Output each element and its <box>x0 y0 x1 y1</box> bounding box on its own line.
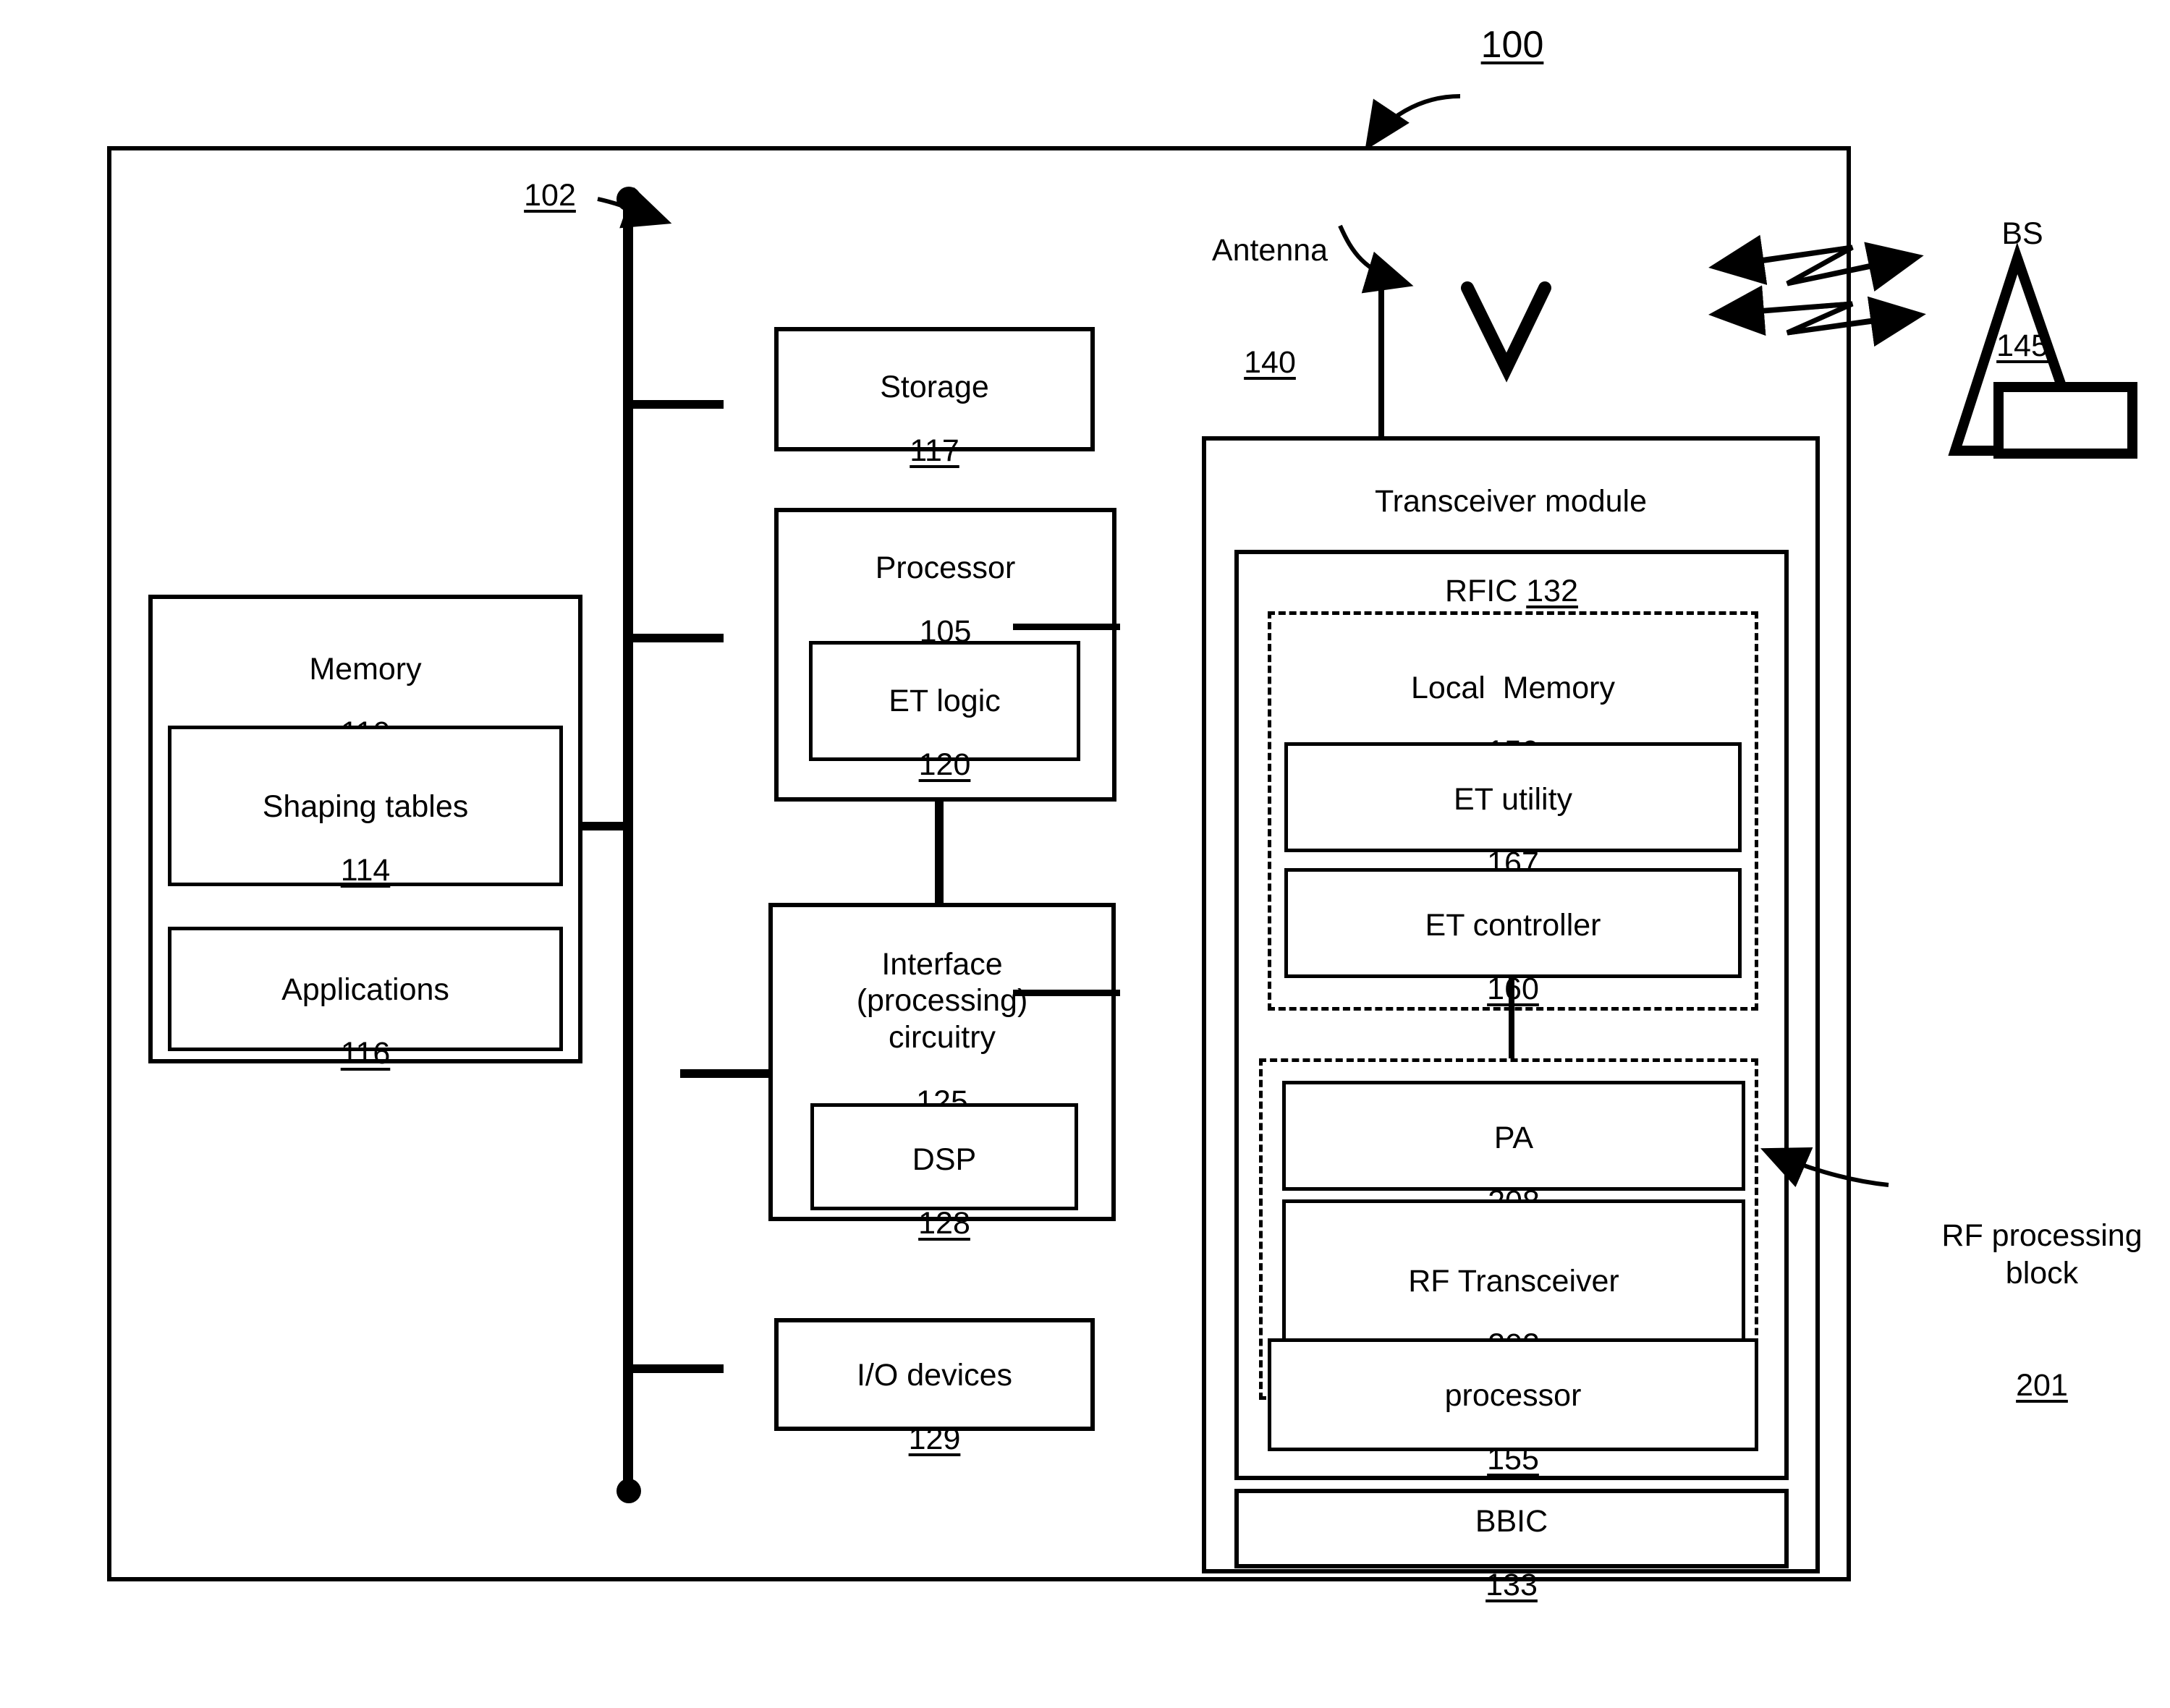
base-station-callout-label: BS 145 <box>1939 141 2106 440</box>
bbic-ref: 133 <box>1485 1568 1538 1603</box>
processor-right-stub <box>1013 624 1120 630</box>
shaping-tables-title: Shaping tables <box>262 789 469 824</box>
bus-stub-io <box>628 1364 724 1373</box>
et-controller-title: ET controller <box>1425 907 1601 943</box>
shaping-tables-ref: 114 <box>340 853 391 888</box>
device-ref-100: 100 <box>1480 24 1544 66</box>
antenna-callout-title: Antenna <box>1211 233 1328 268</box>
storage-ref: 117 <box>910 433 959 469</box>
storage-label: Storage 117 <box>774 341 1095 497</box>
processor-interface-connector <box>935 802 944 903</box>
rfic-title: RFIC <box>1444 574 1518 608</box>
pa-title: PA <box>1493 1120 1534 1155</box>
bus-ref-102: 102 <box>524 178 576 213</box>
et-utility-title: ET utility <box>1453 781 1573 817</box>
patent-figure-canvas: 100 102 Memory 110 Shaping tables 114 Ap… <box>0 0 2170 1708</box>
rfic-ref: 132 <box>1526 574 1579 608</box>
bus-stub-storage <box>628 400 724 409</box>
io-devices-title: I/O devices <box>856 1357 1013 1393</box>
applications-ref: 116 <box>340 1036 391 1071</box>
device-100-leader-arrow <box>1365 94 1461 150</box>
applications-title: Applications <box>281 972 449 1007</box>
dsp-title: DSP <box>912 1142 977 1177</box>
applications-label: Applications 116 <box>168 944 563 1100</box>
base-station-ref: 145 <box>1996 328 2048 363</box>
et-logic-title: ET logic <box>889 683 1001 718</box>
rf-transceiver-title: RF Transceiver <box>1408 1263 1619 1299</box>
memory-title: Memory <box>309 651 422 687</box>
processor-title: Processor <box>875 550 1016 585</box>
local-memory-title: Local Memory <box>1411 670 1615 705</box>
shaping-tables-label: Shaping tables 114 <box>168 761 563 917</box>
rfic-processor-title: processor <box>1444 1377 1582 1413</box>
bus-stub-interface <box>680 1069 774 1078</box>
interface-right-stub <box>1013 990 1120 996</box>
et-controller-pa-connector <box>1509 978 1514 1066</box>
rf-processing-callout-label: RF processing block 201 <box>1897 1143 2170 1479</box>
bbic-title: BBIC <box>1475 1503 1548 1539</box>
antenna-callout-ref: 140 <box>1244 344 1296 380</box>
bus-stub-processor <box>628 634 724 642</box>
interface-circuitry-title: Interface (processing) circuitry <box>856 946 1028 1055</box>
dsp-ref: 128 <box>918 1206 970 1241</box>
io-devices-label: I/O devices 129 <box>774 1330 1095 1485</box>
et-logic-label: ET logic 120 <box>809 655 1080 811</box>
rf-processing-callout-ref: 201 <box>2016 1367 2068 1403</box>
dsp-label: DSP 128 <box>810 1114 1078 1270</box>
io-devices-ref: 129 <box>908 1422 961 1457</box>
rfic-processor-ref: 155 <box>1487 1442 1539 1477</box>
base-station-title: BS <box>2001 216 2043 252</box>
antenna-callout-label: Antenna 140 <box>1150 158 1389 456</box>
bbic-label: BBIC 133 <box>1234 1476 1789 1631</box>
rf-processing-callout-title: RF processing block <box>1941 1218 2143 1291</box>
transceiver-module-title: Transceiver module <box>1375 483 1647 519</box>
bus-line-102 <box>623 197 633 1492</box>
et-logic-ref: 120 <box>918 747 971 783</box>
rfic-label: RFIC 132 <box>1234 573 1789 611</box>
bus-bottom-terminal-dot <box>616 1479 641 1503</box>
storage-title: Storage <box>880 369 989 404</box>
